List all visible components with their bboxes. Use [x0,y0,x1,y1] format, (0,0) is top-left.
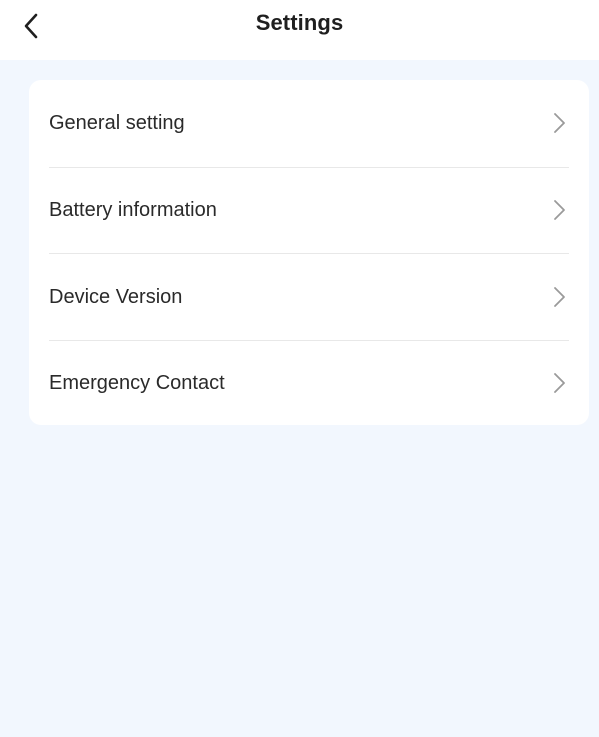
settings-item-battery[interactable]: Battery information [49,166,569,254]
settings-item-general[interactable]: General setting [49,80,569,167]
page-title: Settings [255,10,344,35]
settings-item-label: Emergency Contact [49,372,225,395]
settings-item-emergency-contact[interactable]: Emergency Contact [49,339,569,427]
chevron-right-icon [551,286,567,308]
top-bar: Settings [0,0,599,60]
chevron-right-icon [551,112,567,134]
settings-item-label: General setting [49,112,185,135]
settings-screen: Settings General setting Battery informa… [0,0,599,737]
settings-item-device-version[interactable]: Device Version [49,253,569,340]
chevron-right-icon [551,199,567,221]
settings-card: General setting Battery information Devi… [29,80,589,425]
settings-item-label: Device Version [49,285,183,308]
settings-item-label: Battery information [49,199,217,222]
chevron-right-icon [551,372,567,394]
